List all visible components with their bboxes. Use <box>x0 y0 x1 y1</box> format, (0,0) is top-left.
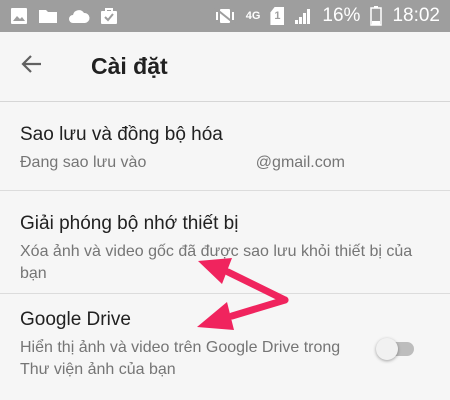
arrow-back-icon <box>21 53 43 80</box>
app-bar: Cài đặt <box>0 32 450 102</box>
backup-subtitle-suffix: @gmail.com <box>255 154 345 171</box>
redacted-email <box>151 157 256 167</box>
signal-icon <box>294 7 312 25</box>
clock: 18:02 <box>392 5 440 26</box>
image-icon <box>10 7 28 25</box>
setting-google-drive-title: Google Drive <box>20 309 131 330</box>
google-drive-toggle[interactable] <box>376 336 416 360</box>
backup-subtitle-prefix: Đang sao lưu vào <box>20 154 147 171</box>
setting-backup-sync-subtitle: Đang sao lưu vào @gmail.com <box>20 152 430 174</box>
back-button[interactable] <box>0 32 64 102</box>
status-right-icons: 4G 1 16% 18:02 <box>214 5 440 27</box>
sim-slot-badge: 1 <box>270 7 285 25</box>
folder-icon <box>38 8 58 24</box>
setting-backup-sync-title: Sao lưu và đồng bộ hóa <box>20 124 223 145</box>
setting-backup-sync[interactable]: Sao lưu và đồng bộ hóa Đang sao lưu vào … <box>0 103 450 191</box>
page-title: Cài đặt <box>91 53 168 79</box>
setting-free-up-space[interactable]: Giải phóng bộ nhớ thiết bị Xóa ảnh và vi… <box>0 191 450 294</box>
battery-percentage: 16% <box>322 5 361 26</box>
setting-google-drive-subtitle: Hiển thị ảnh và video trên Google Drive … <box>20 339 341 378</box>
setting-free-up-space-subtitle: Xóa ảnh và video gốc đã được sao lưu khỏ… <box>20 243 413 282</box>
vibrate-mute-icon <box>214 7 236 25</box>
setting-google-drive[interactable]: Google Drive Hiển thị ảnh và video trên … <box>0 294 450 396</box>
status-bar: 4G 1 16% 18:02 <box>0 0 450 32</box>
battery-icon <box>370 6 383 26</box>
network-type: 4G <box>245 10 261 22</box>
status-left-icons <box>10 7 118 25</box>
settings-list: Sao lưu và đồng bộ hóa Đang sao lưu vào … <box>0 103 450 396</box>
cloud-icon <box>68 8 90 24</box>
toggle-thumb <box>376 338 398 360</box>
shopping-bag-check-icon <box>100 7 118 25</box>
setting-free-up-space-title: Giải phóng bộ nhớ thiết bị <box>20 213 239 234</box>
